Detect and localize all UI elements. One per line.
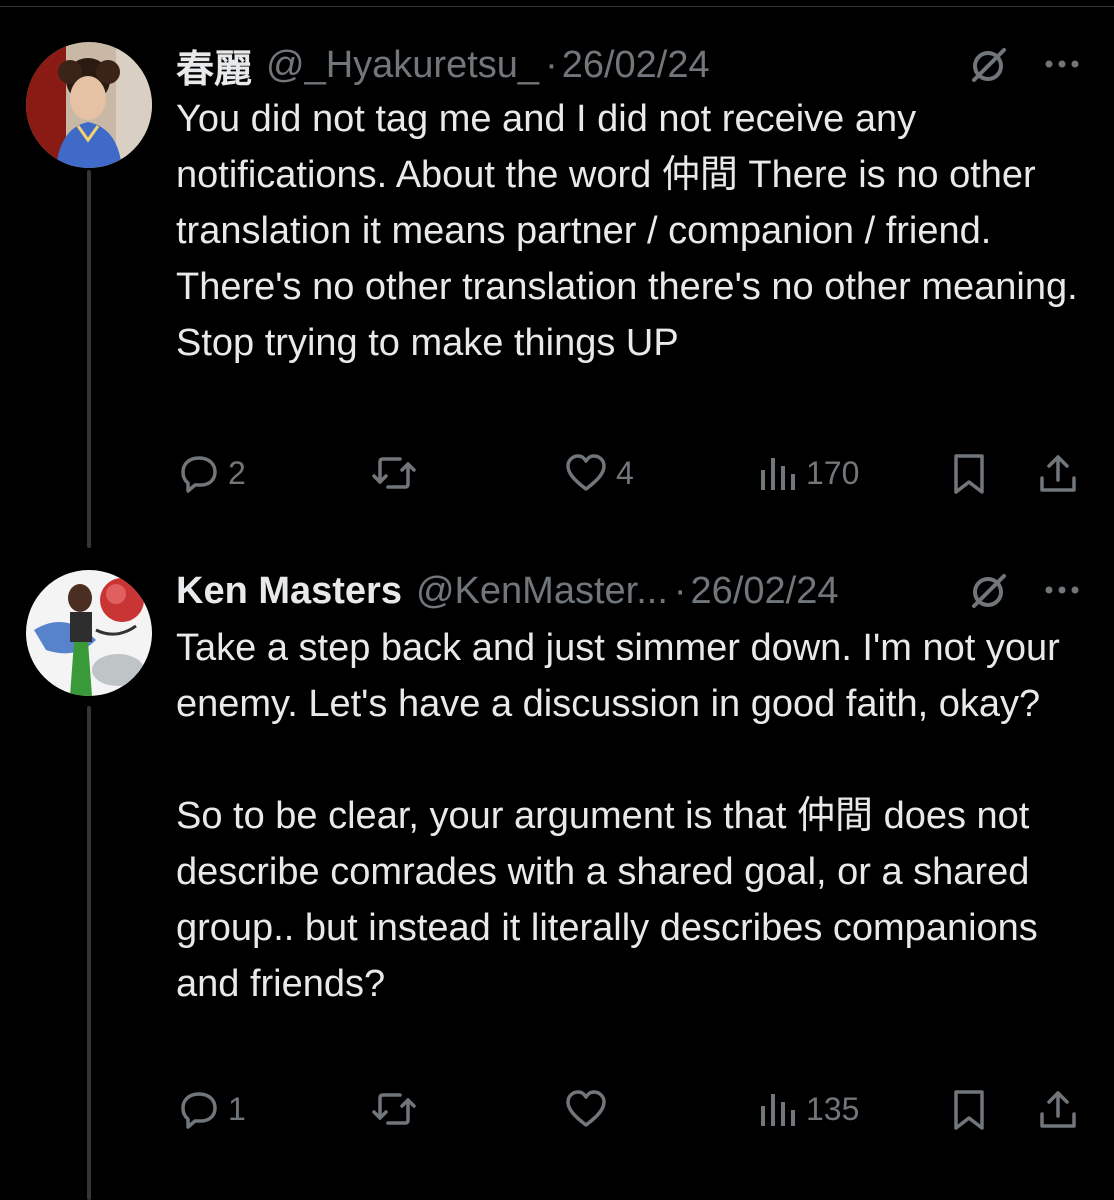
bookmark-icon	[954, 1090, 984, 1130]
share-icon	[1040, 1091, 1076, 1128]
tweet-date[interactable]: 26/02/24	[691, 570, 839, 613]
user-handle[interactable]: @_Hyakuretsu_	[266, 44, 539, 87]
reply-button[interactable]: 2	[178, 452, 246, 494]
share-button[interactable]	[1036, 1088, 1080, 1132]
thread-line	[87, 170, 91, 548]
reply-icon	[181, 456, 217, 493]
separator-dot: ·	[545, 43, 558, 86]
tweet-text: Take a step back and just simmer down. I…	[176, 627, 1060, 1005]
bookmark-icon	[954, 454, 984, 494]
tweet-date[interactable]: 26/02/24	[562, 44, 710, 87]
thread-line	[87, 706, 91, 1200]
reply-button[interactable]: 1	[178, 1088, 246, 1130]
repost-icon	[372, 457, 416, 489]
repost-icon	[372, 1093, 416, 1125]
grok-icon[interactable]	[966, 42, 1010, 86]
bookmark-button[interactable]	[950, 1088, 988, 1132]
grok-icon[interactable]	[966, 568, 1010, 612]
views-button[interactable]: 170	[758, 452, 859, 494]
tweet-header: Ken Masters @KenMaster... · 26/02/24	[176, 566, 838, 616]
repost-button[interactable]	[370, 1088, 426, 1130]
views-icon	[761, 458, 795, 490]
tweet-2[interactable]: Ken Masters @KenMaster... · 26/02/24 Tak…	[0, 566, 1114, 1200]
reply-count: 2	[228, 454, 246, 491]
tweet-text: You did not tag me and I did not receive…	[176, 98, 1089, 364]
like-button[interactable]	[564, 1088, 616, 1130]
tweet-1[interactable]: 春麗 @_Hyakuretsu_ · 26/02/24 You did not …	[0, 36, 1114, 556]
views-count: 170	[806, 454, 860, 491]
user-handle[interactable]: @KenMaster...	[416, 570, 668, 613]
more-icon[interactable]	[1040, 568, 1084, 612]
display-name[interactable]: 春麗	[176, 38, 252, 93]
tweet-header: 春麗 @_Hyakuretsu_ · 26/02/24	[176, 38, 710, 93]
top-divider	[0, 6, 1114, 7]
share-button[interactable]	[1036, 452, 1080, 496]
reply-count: 1	[228, 1090, 246, 1127]
avatar[interactable]	[26, 570, 152, 696]
repost-button[interactable]	[370, 452, 426, 494]
like-button[interactable]: 4	[564, 452, 634, 494]
bookmark-button[interactable]	[950, 452, 988, 496]
heart-icon	[566, 1090, 606, 1127]
share-icon	[1040, 455, 1076, 492]
like-count: 4	[616, 454, 634, 491]
heart-icon	[566, 454, 606, 491]
views-icon	[761, 1094, 795, 1126]
views-button[interactable]: 135	[758, 1088, 859, 1130]
reply-icon	[181, 1092, 217, 1129]
avatar[interactable]	[26, 42, 152, 168]
display-name[interactable]: Ken Masters	[176, 570, 402, 613]
views-count: 135	[806, 1090, 860, 1127]
more-icon[interactable]	[1040, 42, 1084, 86]
separator-dot: ·	[673, 569, 687, 612]
